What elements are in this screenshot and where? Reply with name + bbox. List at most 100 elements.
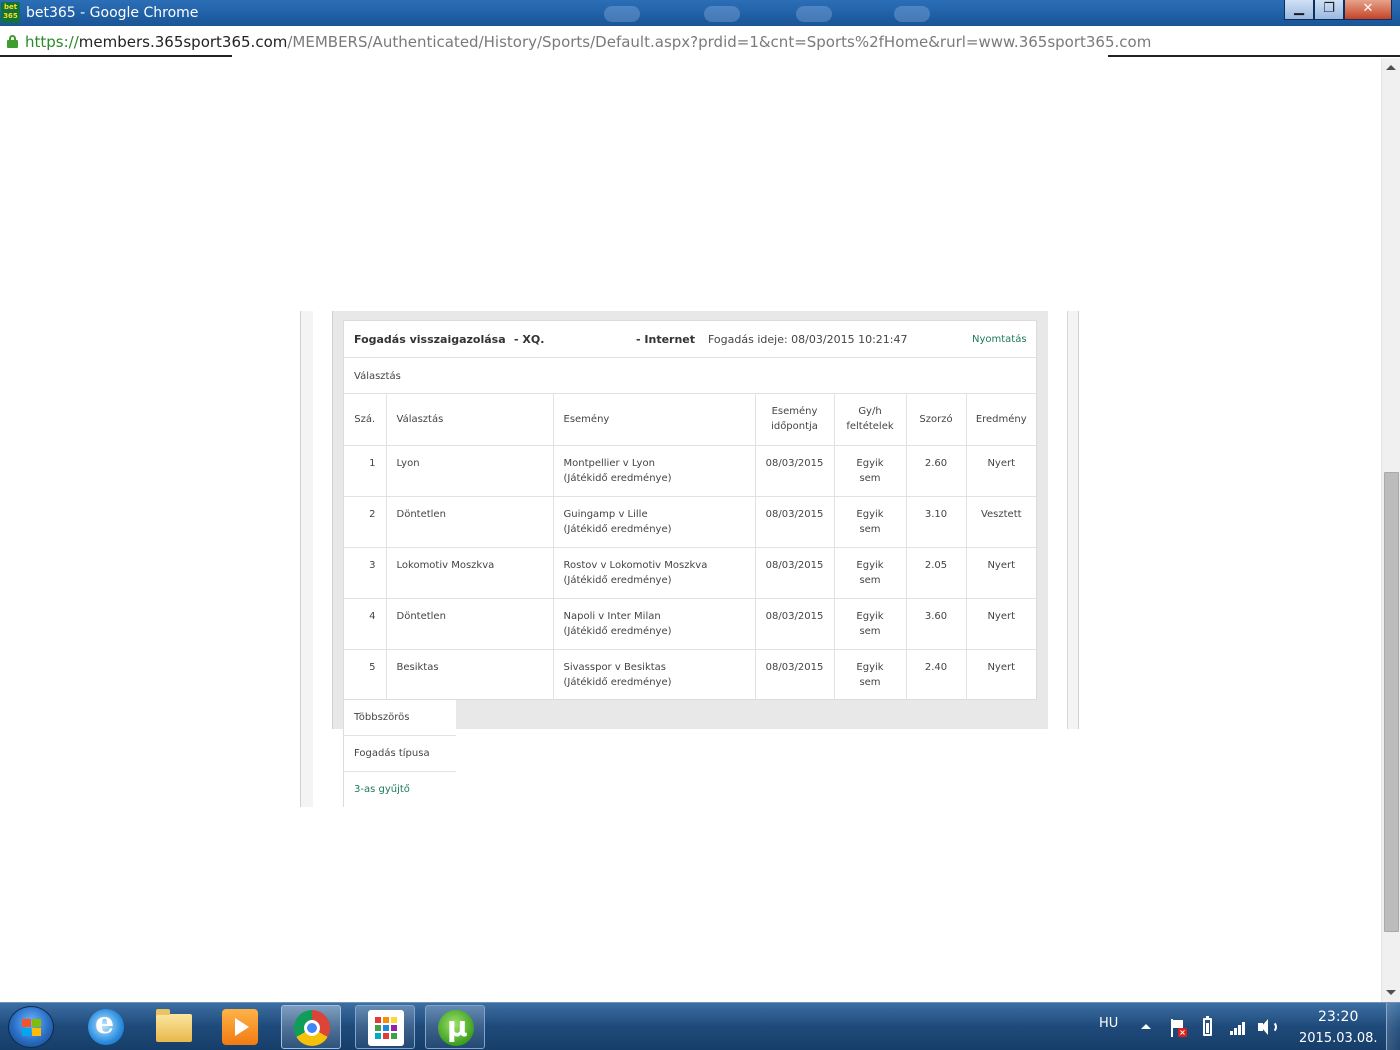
- show-hidden-icons-arrow-icon[interactable]: [1141, 1024, 1151, 1029]
- col-header-number: Szá.: [344, 394, 387, 446]
- row-conditions: Egyik sem: [834, 445, 907, 497]
- row-odds: 2.05: [906, 547, 967, 599]
- bet-type-value: 3-as gyűjtő: [343, 772, 456, 807]
- row-date: 08/03/2015: [755, 496, 835, 548]
- taskbar-chrome[interactable]: [281, 1005, 341, 1049]
- receipt-reference: - XQ.: [514, 333, 545, 346]
- row-selection: Döntetlen: [386, 496, 554, 548]
- bet-type-label: Fogadás típusa: [343, 736, 456, 772]
- col-header-result: Eredmény: [966, 394, 1036, 446]
- media-player-icon: [222, 1009, 258, 1045]
- row-event: Montpellier v Lyon (Játékidő eredménye): [553, 445, 756, 497]
- selections-table: Szá. Választás Esemény Esemény időpontja…: [344, 394, 1036, 700]
- bet-receipt-panel: Fogadás visszaigazolása - XQ. - Internet…: [343, 320, 1037, 700]
- receipt-header: Fogadás visszaigazolása - XQ. - Internet…: [344, 321, 1036, 358]
- volume-icon[interactable]: [1258, 1018, 1278, 1036]
- col-header-event: Esemény: [553, 394, 756, 446]
- lock-icon[interactable]: [7, 35, 18, 48]
- row-result: Nyert: [966, 598, 1036, 650]
- row-number: 3: [344, 547, 387, 599]
- bet365-app-icon: bet 365: [1, 2, 20, 23]
- table-row: 1 Lyon Montpellier v Lyon (Játékidő eredm…: [344, 445, 1036, 497]
- taskbar: HU × 23:20 2015.03.08.: [0, 1002, 1400, 1050]
- maximize-button[interactable]: ❐: [1314, 0, 1344, 20]
- vertical-scrollbar[interactable]: [1381, 58, 1400, 1002]
- windows-logo-icon: [22, 1019, 42, 1037]
- row-number: 4: [344, 598, 387, 650]
- file-explorer-icon: [156, 1009, 192, 1042]
- row-result: Vesztett: [966, 496, 1036, 548]
- battery-icon[interactable]: [1203, 1016, 1212, 1036]
- scroll-up-arrow-icon[interactable]: [1386, 65, 1396, 70]
- row-result: Nyert: [966, 547, 1036, 599]
- col-header-event-time: Esemény időpontja: [755, 394, 835, 446]
- row-event: Sivasspor v Besiktas (Játékidő eredménye): [553, 649, 756, 700]
- receipt-channel: - Internet: [636, 333, 696, 346]
- row-selection: Lyon: [386, 445, 554, 497]
- window-controls: ▁ ❐ ✕: [1284, 0, 1392, 22]
- row-date: 08/03/2015: [755, 547, 835, 599]
- selection-heading: Választás: [344, 358, 1036, 394]
- url-text[interactable]: https://members.365sport365.com/MEMBERS/…: [25, 32, 1151, 52]
- url-path: /MEMBERS/Authenticated/History/Sports/De…: [287, 33, 1152, 51]
- row-odds: 3.10: [906, 496, 967, 548]
- row-odds: 2.60: [906, 445, 967, 497]
- row-selection: Döntetlen: [386, 598, 554, 650]
- row-event: Napoli v Inter Milan (Játékidő eredménye): [553, 598, 756, 650]
- row-date: 08/03/2015: [755, 649, 835, 700]
- taskbar-internet-explorer[interactable]: [76, 1005, 136, 1049]
- address-bar-underline-right: [1108, 55, 1400, 57]
- row-odds: 2.40: [906, 649, 967, 700]
- address-bar[interactable]: https://members.365sport365.com/MEMBERS/…: [0, 26, 1400, 58]
- title-bar-blurred-area: [600, 6, 960, 24]
- row-conditions: Egyik sem: [834, 649, 907, 700]
- row-date: 08/03/2015: [755, 445, 835, 497]
- apps-grid-icon: [368, 1010, 404, 1046]
- row-result: Nyert: [987, 661, 1016, 673]
- taskbar-apps[interactable]: [355, 1005, 415, 1049]
- clock-time[interactable]: 23:20: [1318, 1009, 1358, 1025]
- clock-date[interactable]: 2015.03.08.: [1299, 1031, 1378, 1047]
- table-header-row: Szá. Választás Esemény Esemény időpontja…: [344, 394, 1036, 446]
- print-link[interactable]: Nyomtatás: [972, 333, 1027, 346]
- window-title-bar[interactable]: bet 365 bet365 - Google Chrome ▁ ❐ ✕: [0, 0, 1400, 26]
- row-odds: 3.60: [906, 598, 967, 650]
- scrollbar-thumb[interactable]: [1384, 472, 1399, 932]
- table-row: 2 Döntetlen Guingamp v Lille (Játékidő er…: [344, 496, 1036, 548]
- utorrent-icon: [438, 1009, 474, 1046]
- receipt-title: Fogadás visszaigazolása: [354, 333, 506, 346]
- chrome-icon: [294, 1010, 330, 1046]
- taskbar-file-explorer[interactable]: [144, 1005, 204, 1049]
- table-row: 4 Döntetlen Napoli v Inter Milan (Játékid…: [344, 598, 1036, 650]
- close-button[interactable]: ✕: [1344, 0, 1392, 20]
- col-header-odds: Szorzó: [906, 394, 967, 446]
- row-selection: Besiktas: [386, 649, 554, 700]
- row-event: Guingamp v Lille (Játékidő eredménye): [553, 496, 756, 548]
- scroll-down-arrow-icon[interactable]: [1386, 990, 1396, 995]
- show-desktop-button[interactable]: [1386, 1003, 1400, 1050]
- row-conditions: Egyik sem: [834, 496, 907, 548]
- action-center-flag-icon[interactable]: ×: [1170, 1019, 1187, 1037]
- row-conditions: Egyik sem: [834, 547, 907, 599]
- url-scheme: https://: [25, 33, 79, 51]
- url-host: members.365sport365.com: [78, 33, 288, 51]
- taskbar-utorrent[interactable]: [425, 1005, 485, 1049]
- window-title: bet365 - Google Chrome: [26, 5, 199, 21]
- col-header-conditions: Gy/h feltételek: [834, 394, 907, 446]
- row-selection: Lokomotiv Moszkva: [386, 547, 554, 599]
- multiple-heading: Többszörös: [343, 700, 456, 736]
- bet-time: Fogadás ideje: 08/03/2015 10:21:47: [708, 333, 908, 346]
- network-signal-icon[interactable]: [1230, 1019, 1248, 1035]
- language-indicator[interactable]: HU: [1099, 1016, 1118, 1032]
- row-number: 1: [344, 445, 387, 497]
- row-conditions: Egyik sem: [834, 598, 907, 650]
- address-bar-underline-left: [0, 55, 232, 57]
- row-number: 5: [344, 649, 387, 700]
- taskbar-media-player[interactable]: [210, 1005, 270, 1049]
- start-orb[interactable]: [8, 1006, 54, 1048]
- col-header-selection: Választás: [386, 394, 554, 446]
- row-number: 2: [344, 496, 387, 548]
- row-result: Nyert: [966, 445, 1036, 497]
- row-date: 08/03/2015: [755, 598, 835, 650]
- minimize-button[interactable]: ▁: [1284, 0, 1314, 20]
